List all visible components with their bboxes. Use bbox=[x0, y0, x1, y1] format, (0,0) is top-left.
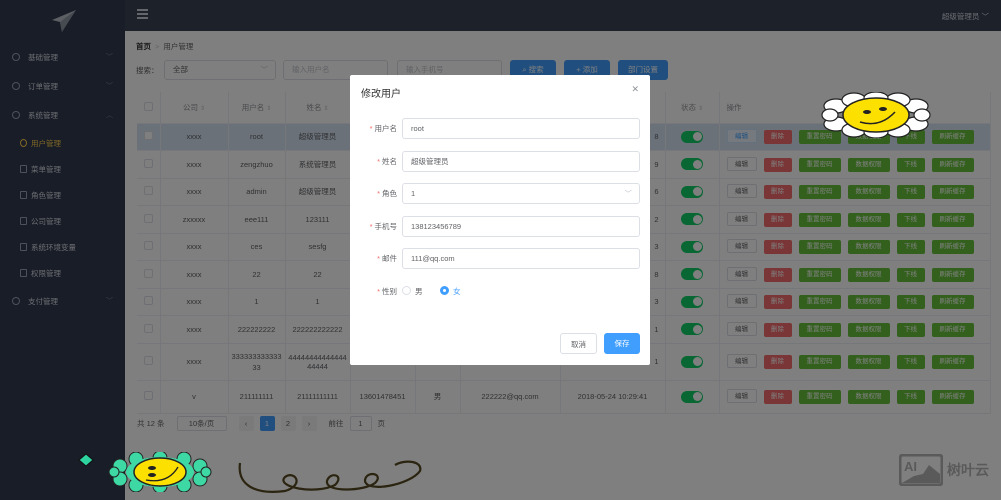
email-field-row: * 邮件 111@qq.com bbox=[350, 248, 650, 269]
radio-label: 男 bbox=[415, 287, 423, 296]
close-icon[interactable]: ✕ bbox=[631, 84, 639, 95]
green-flower-smiley-sticker-icon bbox=[108, 452, 212, 492]
watermark-text: 树叶云 bbox=[947, 462, 989, 478]
field-label: * 性别 bbox=[377, 287, 397, 296]
email-input[interactable]: 111@qq.com bbox=[402, 248, 640, 269]
gender-field-row: * 性别 男 女 bbox=[350, 281, 650, 302]
gender-female-radio[interactable] bbox=[440, 286, 449, 295]
field-label: * 邮件 bbox=[377, 254, 397, 263]
save-button[interactable]: 保存 bbox=[604, 333, 640, 354]
watermark: AI 树叶云 bbox=[899, 454, 989, 486]
edit-user-dialog: 修改用户 ✕ * 用户名 root * 姓名 超级管理员 * 角色 1 ﹀ * 手机号 13812… bbox=[350, 75, 650, 365]
field-label: * 手机号 bbox=[369, 222, 397, 231]
ai-logo-icon: AI bbox=[899, 454, 943, 486]
username-field-row: * 用户名 root bbox=[350, 118, 650, 139]
role-select[interactable]: 1 ﹀ bbox=[402, 183, 640, 204]
username-input[interactable]: root bbox=[402, 118, 640, 139]
field-label: * 角色 bbox=[377, 189, 397, 198]
flower-smiley-sticker-icon bbox=[821, 92, 931, 138]
name-input[interactable]: 超级管理员 bbox=[402, 151, 640, 172]
radio-label: 女 bbox=[453, 287, 461, 296]
svg-text:AI: AI bbox=[904, 459, 917, 474]
gender-male-radio[interactable] bbox=[402, 286, 411, 295]
phone-field-row: * 手机号 138123456789 bbox=[350, 216, 650, 237]
cancel-button[interactable]: 取消 bbox=[560, 333, 597, 354]
field-label: * 用户名 bbox=[369, 124, 397, 133]
role-value: 1 bbox=[411, 189, 416, 198]
role-field-row: * 角色 1 ﹀ bbox=[350, 183, 650, 204]
scribble-doodle-icon bbox=[238, 460, 422, 493]
dialog-title: 修改用户 bbox=[361, 89, 401, 100]
chevron-down-icon: ﹀ bbox=[624, 189, 633, 198]
field-label: * 姓名 bbox=[377, 157, 397, 166]
phone-input[interactable]: 138123456789 bbox=[402, 216, 640, 237]
name-field-row: * 姓名 超级管理员 bbox=[350, 151, 650, 172]
diamond-sticker-icon bbox=[78, 453, 94, 467]
